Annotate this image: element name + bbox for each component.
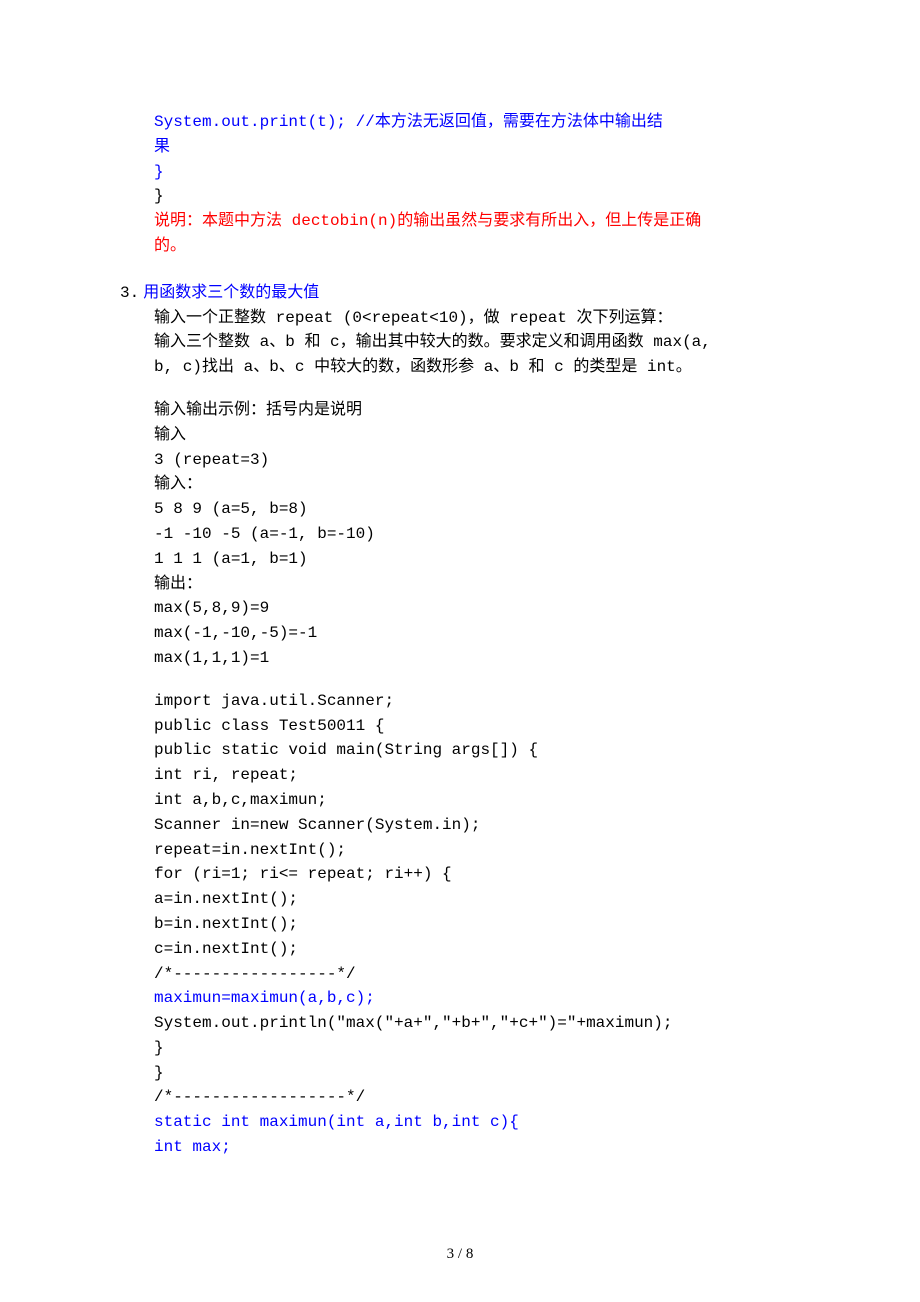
io-line: max(5,8,9)=9 [120,596,800,621]
code-line: import java.util.Scanner; [120,689,800,714]
section-number: 3. [120,284,139,302]
code-line: 果 [120,135,800,160]
desc-code: max(a, [644,333,711,351]
desc-code: repeat [500,309,577,327]
desc-line: b, c)找出 a、b、c 中较大的数，函数形参 a、b 和 c 的类型是 in… [120,355,800,380]
desc-text: 次下列运算： [576,309,672,326]
code-line: static int maximun(int a,int b,int c){ [120,1110,800,1135]
code-line: for (ri=1; ri<= repeat; ri++) { [120,862,800,887]
code-line: } [120,1036,800,1061]
code-line: /*-----------------*/ [120,962,800,987]
io-line: max(-1,-10,-5)=-1 [120,621,800,646]
section-title-text: 用函数求三个数的最大值 [143,284,319,301]
code-line: repeat=in.nextInt(); [120,838,800,863]
desc-code: c [545,358,574,376]
desc-code: b [269,358,279,376]
code-line: int a,b,c,maximun; [120,788,800,813]
desc-code: b, c) [154,358,202,376]
desc-text: 。 [676,358,692,375]
code-text: System.out.print(t); // [154,113,375,131]
io-title: 输入输出示例：括号内是说明 [120,398,800,423]
desc-line: 输入一个正整数 repeat (0<repeat<10)，做 repeat 次下… [120,306,800,331]
code-line: System.out.print(t); //本方法无返回值，需要在方法体中输出… [120,110,800,135]
document-page: System.out.print(t); //本方法无返回值，需要在方法体中输出… [0,0,920,1302]
io-line: 3 (repeat=3) [120,448,800,473]
desc-code: a [250,333,269,351]
io-line: -1 -10 -5 (a=-1, b=-10) [120,522,800,547]
code-line: } [120,160,800,185]
desc-text: 找出 [202,358,234,375]
desc-text: 、 [493,358,509,375]
code-line: /*------------------*/ [120,1085,800,1110]
desc-code: c [295,358,314,376]
code-line: maximun=maximun(a,b,c); [120,986,800,1011]
desc-code: a [474,358,493,376]
desc-text: 、 [279,358,295,375]
desc-code: c [320,333,339,351]
spacer [120,671,800,689]
code-line: c=in.nextInt(); [120,937,800,962]
desc-text: 、 [253,358,269,375]
desc-text: 和 [304,333,320,350]
input-label: 输入： [120,472,800,497]
code-line: System.out.println("max("+a+","+b+","+c+… [120,1011,800,1036]
code-line: } [120,184,800,209]
code-line: public class Test50011 { [120,714,800,739]
code-line: a=in.nextInt(); [120,887,800,912]
io-line: 1 1 1 (a=1, b=1) [120,547,800,572]
output-label: 输出： [120,572,800,597]
note-text: 说明：本题中方法 [154,212,282,229]
desc-text: 和 [529,358,545,375]
io-line: 5 8 9 (a=5, b=8) [120,497,800,522]
desc-code: int [637,358,675,376]
desc-text: ，做 [468,309,500,326]
desc-text: 输入三个整数 [154,333,250,350]
note-line: 说明：本题中方法 dectobin(n)的输出虽然与要求有所出入，但上传是正确 [120,209,800,234]
code-line: int ri, repeat; [120,763,800,788]
section-title: 3. 用函数求三个数的最大值 [120,281,800,306]
note-line: 的。 [120,234,800,259]
desc-code: b [285,333,304,351]
code-line: } [120,1061,800,1086]
page-footer: 3 / 8 [0,1243,920,1266]
note-code: dectobin(n) [282,212,397,230]
input-label: 输入 [120,423,800,448]
desc-code: b [509,358,528,376]
code-line: b=in.nextInt(); [120,912,800,937]
desc-line: 输入三个整数 a、b 和 c，输出其中较大的数。要求定义和调用函数 max(a, [120,330,800,355]
spacer [120,380,800,398]
code-line: Scanner in=new Scanner(System.in); [120,813,800,838]
desc-text: 输入一个正整数 [154,309,266,326]
desc-text: 的类型是 [573,358,637,375]
code-comment: 本方法无返回值，需要在方法体中输出结 [375,113,663,131]
desc-code: repeat (0<repeat<10) [266,309,468,327]
desc-text: ，输出其中较大的数。要求定义和调用函数 [340,333,644,350]
desc-code: a [234,358,253,376]
desc-text: 中较大的数，函数形参 [314,358,474,375]
note-text: 的输出虽然与要求有所出入，但上传是正确 [397,212,701,229]
desc-text: 、 [269,333,285,350]
code-line: public static void main(String args[]) { [120,738,800,763]
io-line: max(1,1,1)=1 [120,646,800,671]
code-line: int max; [120,1135,800,1160]
